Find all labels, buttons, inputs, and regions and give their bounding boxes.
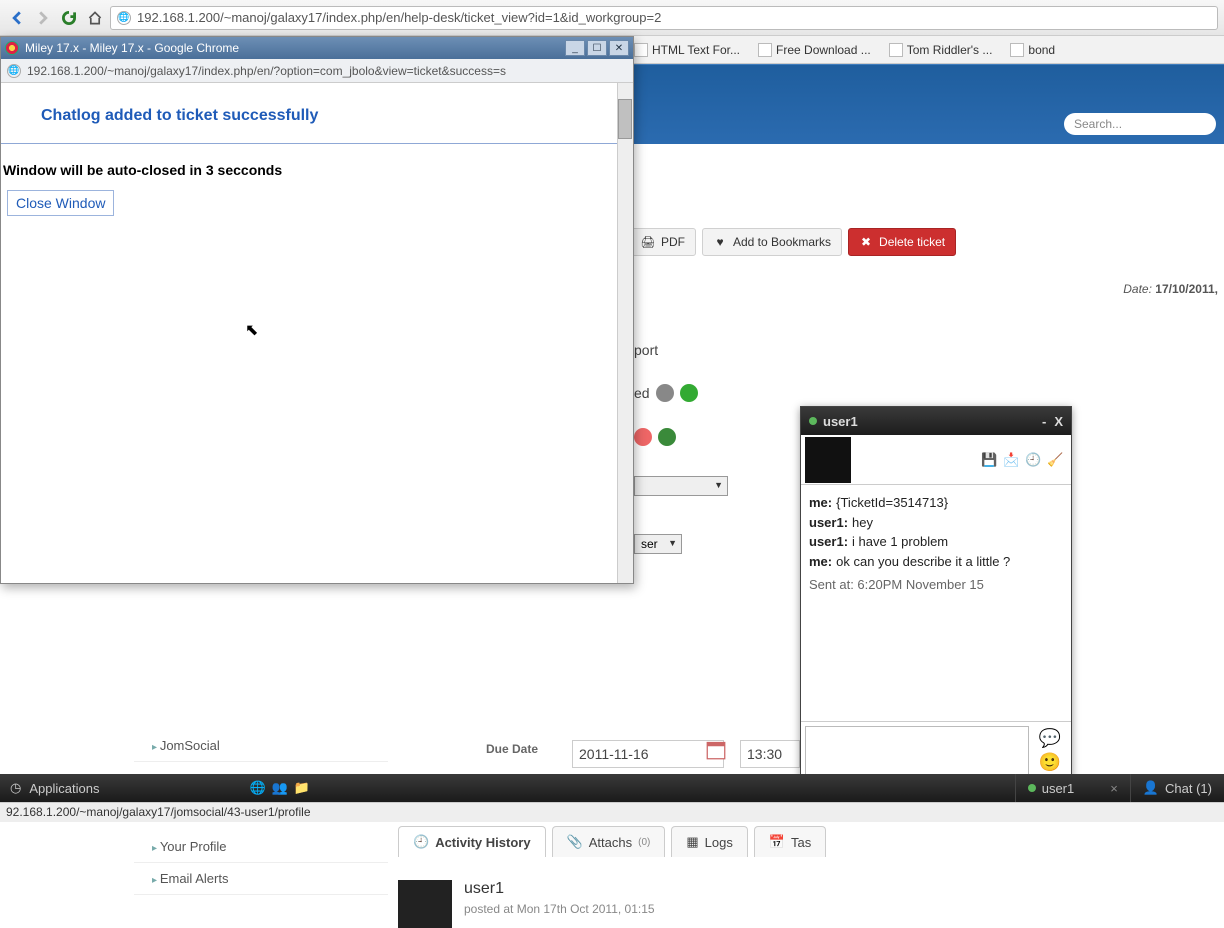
home-button[interactable] <box>84 7 106 29</box>
history-icon[interactable]: 🕘 <box>1025 452 1041 468</box>
taskbar: ◷ Applications 🌐 👥 📁 user1 × 👤 Chat (1) <box>0 774 1224 802</box>
tab-tasks[interactable]: 📅Tas <box>754 826 826 857</box>
chat-titlebar[interactable]: user1 - X <box>801 407 1071 435</box>
popup-window: Miley 17.x - Miley 17.x - Google Chrome … <box>0 36 634 584</box>
due-date-input[interactable]: 2011-11-16 <box>572 740 724 768</box>
detail-row <box>634 428 676 446</box>
close-window-button[interactable]: Close Window <box>7 190 114 216</box>
detail-fragment: port <box>634 342 658 358</box>
taskbar-icon[interactable]: 👥 <box>272 780 288 796</box>
bookmark-button[interactable]: ♥Add to Bookmarks <box>702 228 842 256</box>
print-icon: 🖨 <box>641 235 655 249</box>
tab-activity-history[interactable]: 🕘Activity History <box>398 826 546 857</box>
bookmark-item[interactable]: Free Download ... <box>758 43 871 57</box>
send-icon[interactable]: 💬 <box>1039 728 1061 749</box>
tag-icon[interactable] <box>656 384 674 402</box>
forward-button[interactable] <box>32 7 54 29</box>
chat-header: 💾 📩 🕘 🧹 <box>801 435 1071 485</box>
site-search-input[interactable]: Search... <box>1064 113 1216 135</box>
taskbar-icon[interactable]: 📁 <box>294 780 310 796</box>
browser-navbar: 🌐 192.168.1.200/~manoj/galaxy17/index.ph… <box>0 0 1224 36</box>
main-url-bar[interactable]: 🌐 192.168.1.200/~manoj/galaxy17/index.ph… <box>110 6 1218 30</box>
avatar[interactable] <box>398 880 452 928</box>
online-icon <box>1028 784 1036 792</box>
online-icon <box>809 417 817 425</box>
user-select[interactable]: ser <box>634 534 682 554</box>
taskbar-icon[interactable]: 🌐 <box>249 780 265 796</box>
close-button[interactable]: ✕ <box>609 40 629 56</box>
apps-icon: ◷ <box>10 780 21 796</box>
sidebar-item-email-alerts[interactable]: Email Alerts <box>134 863 388 895</box>
reload-button[interactable] <box>58 7 80 29</box>
calendar-icon: 📅 <box>769 834 785 850</box>
globe-icon: 🌐 <box>7 64 21 78</box>
activity-post: user1 posted at Mon 17th Oct 2011, 01:15 <box>398 880 655 928</box>
sidebar-item-profile[interactable]: Your Profile <box>134 831 388 863</box>
select-field[interactable] <box>634 476 728 496</box>
history-icon: 🕘 <box>413 834 429 850</box>
page-icon <box>1010 43 1024 57</box>
chat-log: me:{TicketId=3514713} user1:hey user1:i … <box>801 485 1071 721</box>
person-icon: 👤 <box>1143 780 1159 796</box>
save-icon[interactable]: 💾 <box>981 452 997 468</box>
status-bar: 92.168.1.200/~manoj/galaxy17/jomsocial/4… <box>0 802 1224 822</box>
bookmark-item[interactable]: bond <box>1010 43 1055 57</box>
minimize-button[interactable]: _ <box>565 40 585 56</box>
page-icon <box>634 43 648 57</box>
detail-tabs: 🕘Activity History 📎Attachs(0) ▦Logs 📅Tas <box>398 826 826 857</box>
scrollbar-thumb[interactable] <box>618 99 632 139</box>
popup-body: Chatlog added to ticket successfully Win… <box>1 83 633 583</box>
back-button[interactable] <box>6 7 28 29</box>
maximize-button[interactable]: ☐ <box>587 40 607 56</box>
applications-menu[interactable]: ◷ Applications <box>0 780 109 796</box>
tray-user-chat[interactable]: user1 × <box>1015 774 1130 802</box>
calendar-icon[interactable] <box>706 740 726 760</box>
ticket-date: Date: 17/10/2011, <box>1123 282 1218 296</box>
grid-icon: ▦ <box>686 834 698 850</box>
tab-logs[interactable]: ▦Logs <box>671 826 748 857</box>
post-username[interactable]: user1 <box>464 880 655 898</box>
popup-url-bar[interactable]: 🌐 192.168.1.200/~manoj/galaxy17/index.ph… <box>1 59 633 83</box>
detail-row: ed <box>634 384 698 402</box>
due-date-label: Due Date <box>486 742 538 756</box>
chat-text-input[interactable] <box>805 726 1029 775</box>
pdf-button[interactable]: 🖨PDF <box>630 228 696 256</box>
due-time-input[interactable]: 13:30 <box>740 740 800 768</box>
chat-input-row: 💬 🙂 <box>801 721 1071 779</box>
autoclose-message: Window will be auto-closed in 3 secconds <box>1 144 633 190</box>
bookmark-item[interactable]: Tom Riddler's ... <box>889 43 993 57</box>
chat-close-button[interactable]: X <box>1054 414 1063 429</box>
chat-window: user1 - X 💾 📩 🕘 🧹 me:{TicketId=3514713} … <box>800 406 1072 780</box>
heart-icon: ♥ <box>713 235 727 249</box>
success-message: Chatlog added to ticket successfully <box>1 83 633 144</box>
ticket-icon[interactable]: 📩 <box>1003 452 1019 468</box>
delete-ticket-button[interactable]: ✖Delete ticket <box>848 228 956 256</box>
chat-sent-time: Sent at: 6:20PM November 15 <box>809 575 1063 595</box>
delete-icon: ✖ <box>859 235 873 249</box>
tray-chat[interactable]: 👤 Chat (1) <box>1130 774 1224 802</box>
sidebar-item-jomsocial[interactable]: JomSocial <box>134 730 388 762</box>
main-url-text: 192.168.1.200/~manoj/galaxy17/index.php/… <box>137 10 661 25</box>
chat-icon[interactable] <box>658 428 676 446</box>
page-icon <box>889 43 903 57</box>
status-url: 92.168.1.200/~manoj/galaxy17/jomsocial/4… <box>6 805 311 819</box>
page-icon <box>758 43 772 57</box>
bookmark-item[interactable]: HTML Text For... <box>634 43 740 57</box>
chat-minimize-button[interactable]: - <box>1042 414 1046 429</box>
ticket-toolbar: 🖨PDF ♥Add to Bookmarks ✖Delete ticket <box>630 228 956 256</box>
scrollbar[interactable] <box>617 83 633 583</box>
emoji-icon[interactable]: 🙂 <box>1039 752 1061 773</box>
post-time: posted at Mon 17th Oct 2011, 01:15 <box>464 902 655 916</box>
status-icon <box>634 428 652 446</box>
avatar[interactable] <box>805 437 851 483</box>
globe-icon: 🌐 <box>117 11 131 25</box>
add-icon[interactable] <box>680 384 698 402</box>
chrome-icon <box>5 41 19 55</box>
close-icon[interactable]: × <box>1110 781 1118 796</box>
tab-attachments[interactable]: 📎Attachs(0) <box>552 826 666 857</box>
clear-icon[interactable]: 🧹 <box>1047 452 1063 468</box>
attach-icon: 📎 <box>567 834 583 850</box>
popup-titlebar[interactable]: Miley 17.x - Miley 17.x - Google Chrome … <box>1 37 633 59</box>
